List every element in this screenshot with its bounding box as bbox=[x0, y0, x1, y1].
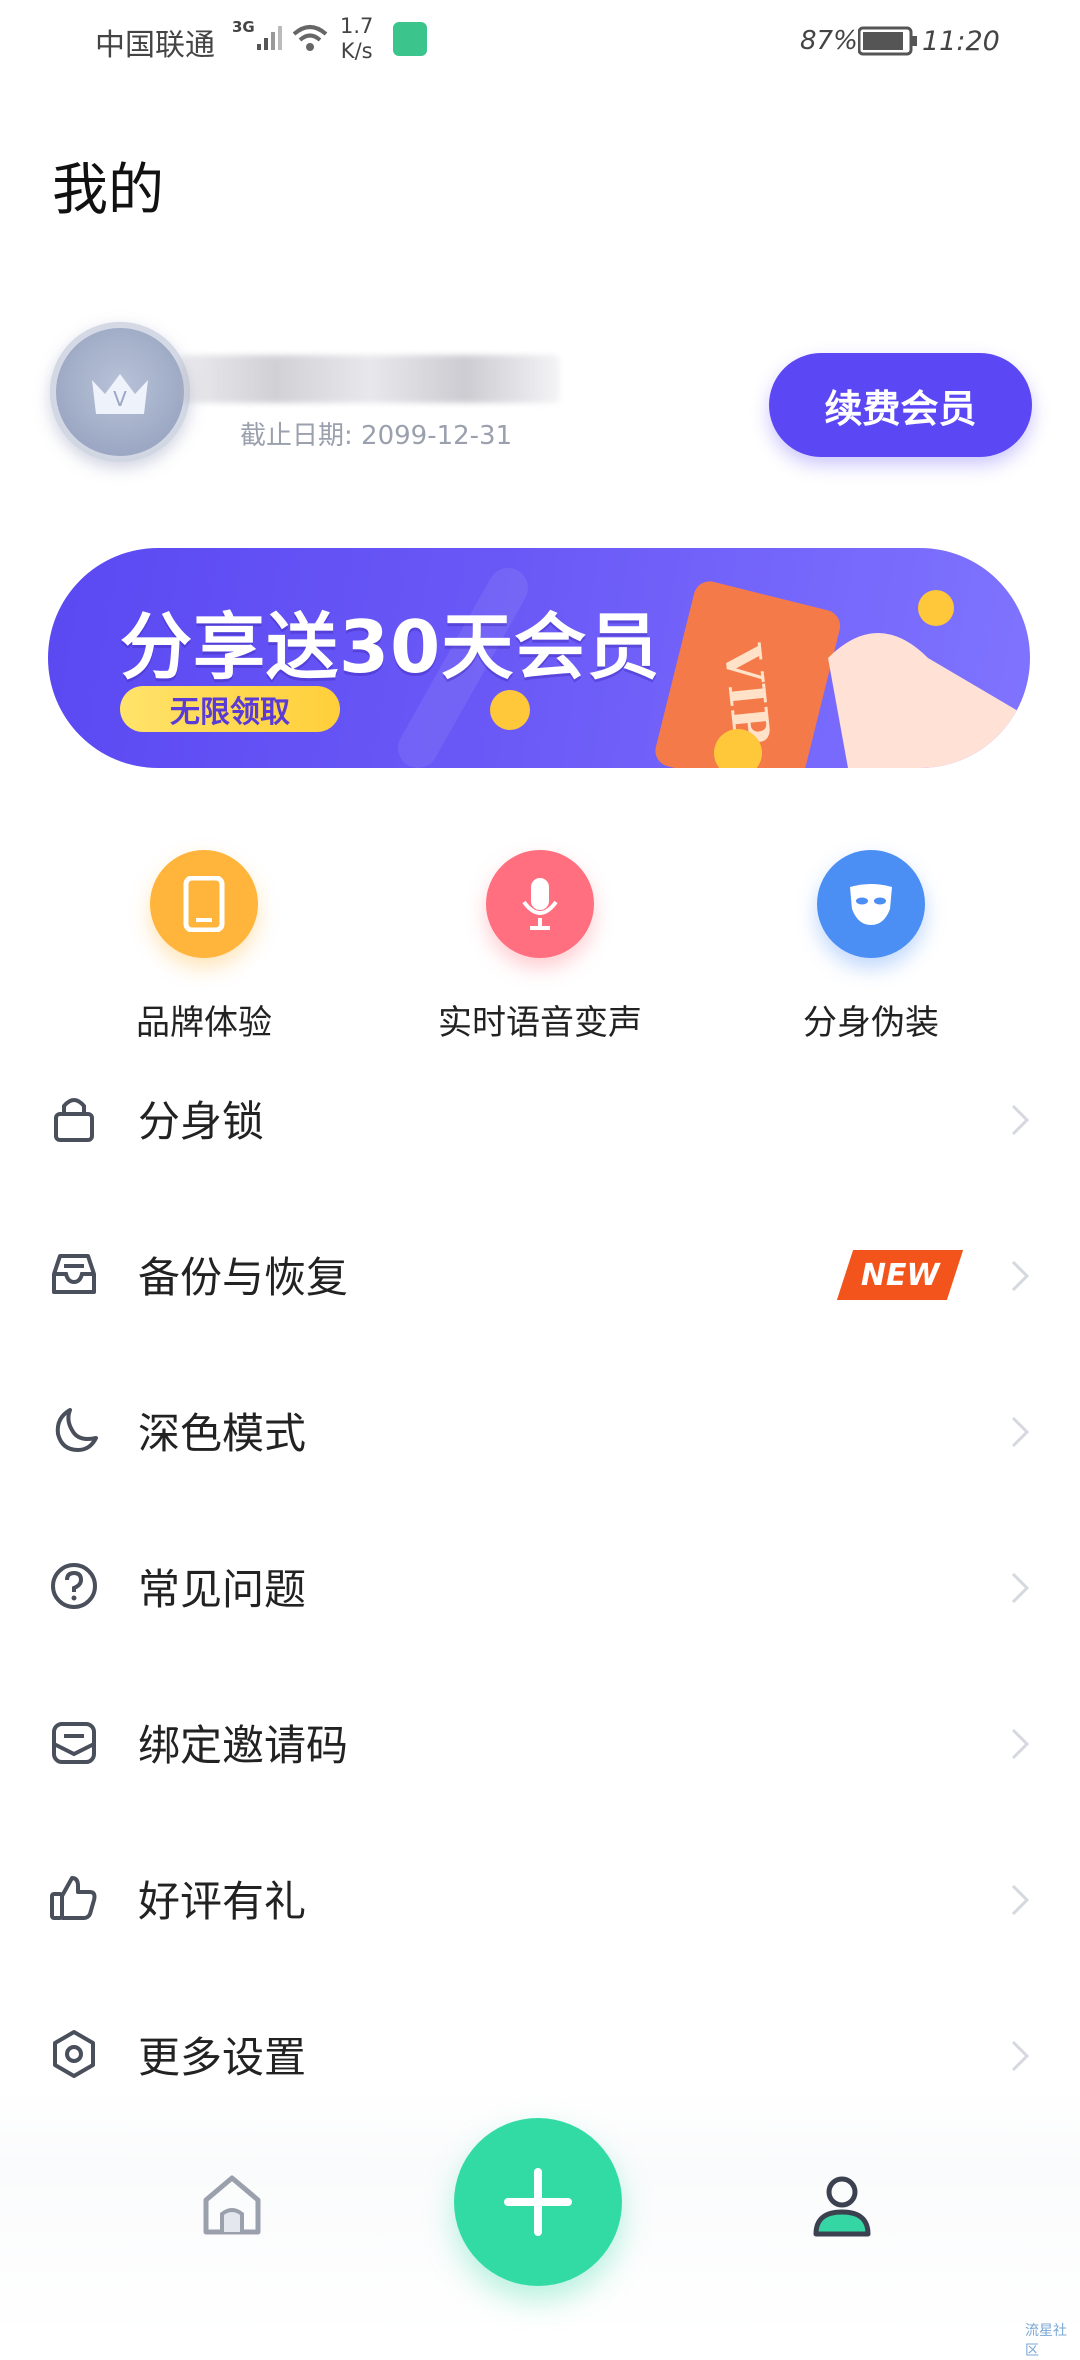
menu-item-label: 好评有礼 bbox=[138, 1877, 307, 1926]
menu-item-label: 备份与恢复 bbox=[138, 1253, 349, 1302]
network-type: 3G bbox=[232, 18, 255, 36]
share-promo-banner[interactable]: VIP 分享送30天会员 无限领取 bbox=[48, 548, 1030, 768]
wifi-icon bbox=[292, 25, 328, 51]
quick-action-voice-changer[interactable]: 实时语音变声 bbox=[410, 850, 670, 1050]
username-redacted bbox=[180, 355, 560, 403]
question-icon bbox=[51, 1563, 97, 1609]
chevron-right-icon bbox=[1011, 2040, 1030, 2072]
settings-hexagon-icon bbox=[53, 2030, 95, 2078]
cellular-signal-icon bbox=[257, 26, 282, 50]
lock-icon bbox=[54, 1098, 94, 1142]
new-badge: NEW bbox=[836, 1250, 964, 1300]
chevron-right-icon bbox=[1011, 1728, 1030, 1760]
menu-item-label: 深色模式 bbox=[138, 1409, 307, 1458]
membership-expiry: 截止日期: 2099-12-31 bbox=[240, 421, 513, 451]
avatar[interactable]: V bbox=[50, 322, 190, 462]
battery-percent: 87% bbox=[800, 26, 858, 56]
add-button[interactable] bbox=[454, 2118, 622, 2286]
page-title: 我的 bbox=[52, 158, 164, 223]
app-notification-icon bbox=[393, 22, 427, 56]
phone-icon bbox=[150, 850, 258, 958]
home-icon[interactable] bbox=[196, 2170, 268, 2242]
watermark: 流星社区 bbox=[1025, 2323, 1067, 2359]
clock: 11:20 bbox=[922, 26, 1000, 57]
banner-tag: 无限领取 bbox=[120, 686, 340, 732]
menu-item-label: 常见问题 bbox=[138, 1565, 307, 1614]
status-bar: 中国联通 3G 1.7 K/s 87% 11:20 bbox=[0, 0, 1080, 82]
menu-item-backup-restore[interactable]: 备份与恢复 NEW bbox=[0, 1200, 1080, 1356]
menu-item-label: 分身锁 bbox=[138, 1097, 265, 1146]
battery-icon bbox=[858, 26, 917, 56]
thumbs-up-icon bbox=[50, 1876, 97, 1920]
menu-item-label: 绑定邀请码 bbox=[138, 1721, 349, 1770]
renew-membership-button[interactable]: 续费会员 bbox=[769, 353, 1032, 457]
crown-icon: V bbox=[92, 374, 148, 414]
chevron-right-icon bbox=[1011, 1260, 1030, 1292]
svg-text:V: V bbox=[113, 387, 127, 411]
carrier-name: 中国联通 bbox=[95, 28, 215, 63]
menu-item-label: 更多设置 bbox=[138, 2033, 307, 2082]
mask-icon bbox=[817, 850, 925, 958]
quick-action-label: 分身伪装 bbox=[803, 1003, 939, 1043]
menu-item-faq[interactable]: 常见问题 bbox=[0, 1512, 1080, 1668]
menu-item-bind-invite-code[interactable]: 绑定邀请码 bbox=[0, 1668, 1080, 1824]
banner-title: 分享送30天会员 bbox=[120, 605, 661, 689]
microphone-icon bbox=[486, 850, 594, 958]
profile-icon[interactable] bbox=[806, 2170, 878, 2242]
chevron-right-icon bbox=[1011, 1416, 1030, 1448]
envelope-icon bbox=[52, 1722, 96, 1764]
quick-action-label: 实时语音变声 bbox=[438, 1003, 642, 1043]
add-icon bbox=[504, 2168, 572, 2236]
network-speed: 1.7 K/s bbox=[340, 14, 374, 63]
inbox-icon bbox=[52, 1254, 96, 1294]
menu-item-rate-reward[interactable]: 好评有礼 bbox=[0, 1824, 1080, 1980]
chevron-right-icon bbox=[1011, 1572, 1030, 1604]
quick-action-label: 品牌体验 bbox=[136, 1003, 272, 1043]
moon-icon bbox=[55, 1408, 98, 1452]
quick-action-clone-disguise[interactable]: 分身伪装 bbox=[741, 850, 1001, 1050]
chevron-right-icon bbox=[1011, 1884, 1030, 1916]
chevron-right-icon bbox=[1011, 1104, 1030, 1136]
quick-action-brand-experience[interactable]: 品牌体验 bbox=[74, 850, 334, 1050]
menu-item-clone-lock[interactable]: 分身锁 bbox=[0, 1044, 1080, 1200]
menu-item-dark-mode[interactable]: 深色模式 bbox=[0, 1356, 1080, 1512]
